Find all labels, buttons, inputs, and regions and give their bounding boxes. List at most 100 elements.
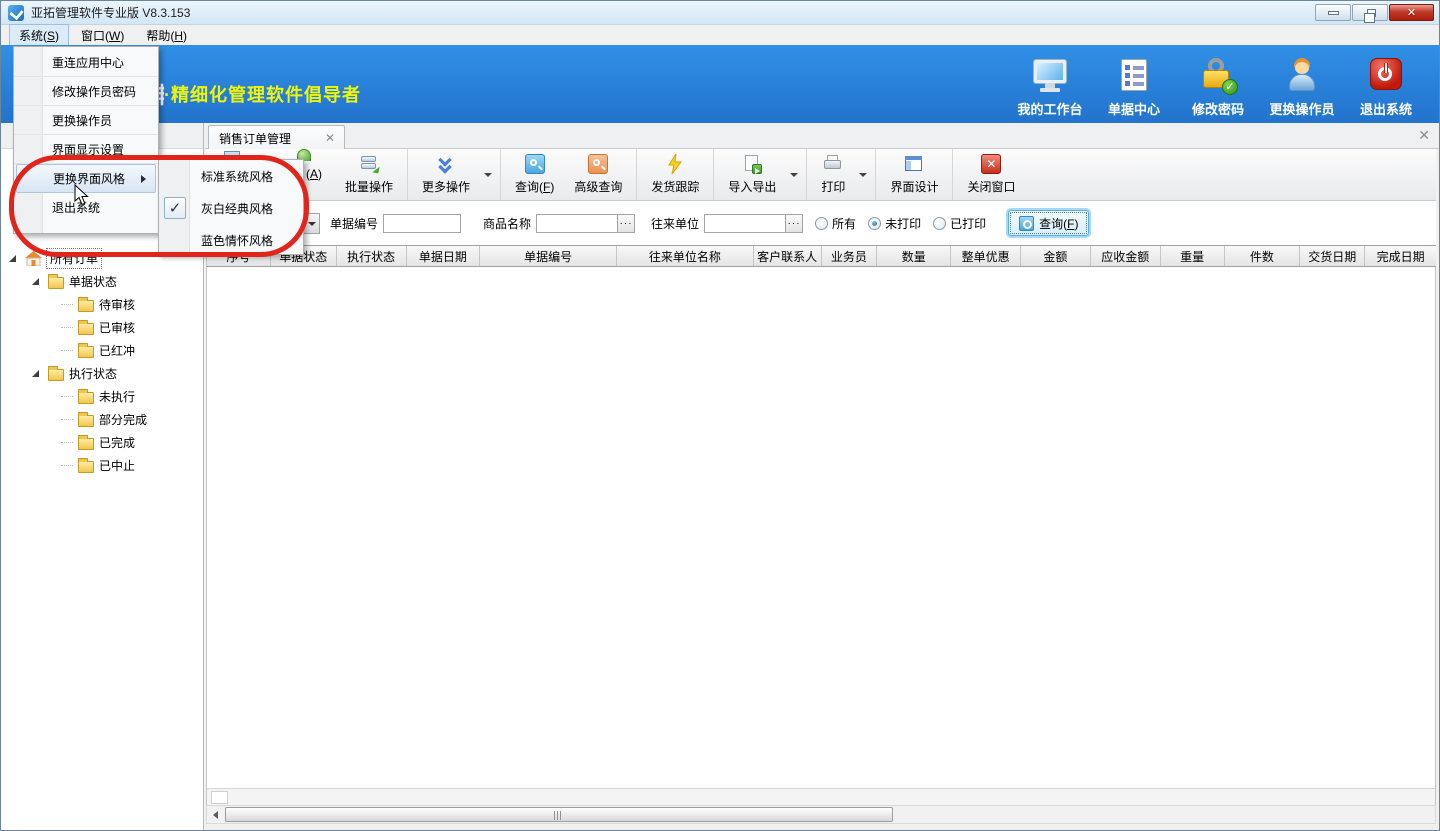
radio-unprinted[interactable]: 未打印 [868, 215, 921, 232]
menu-item-exit-system[interactable]: 退出系统 [14, 193, 158, 222]
table-header: 序号 单据状态 执行状态 单据日期 单据编号 往来单位名称 客户联系人 业务员 … [206, 245, 1436, 267]
menu-help[interactable]: 帮助(H) [136, 24, 197, 47]
col-exec-status[interactable]: 执行状态 [337, 246, 407, 266]
dropdown-arrow-icon[interactable] [790, 173, 798, 177]
toolbar-more-ops-button[interactable]: 更多操作 [412, 152, 480, 197]
title-bar: 亚拓管理软件专业版 V8.3.153 ✕ [1, 1, 1439, 25]
col-doc-date[interactable]: 单据日期 [407, 246, 481, 266]
order-tree: 所有订单 单据状态 待审核 已审核 已红冲 [1, 247, 203, 477]
panel-close-icon[interactable]: ✕ [1418, 127, 1430, 144]
toolbar-advanced-query-button[interactable]: 高级查询 [564, 152, 632, 197]
menu-system[interactable]: 系统(S) [9, 24, 69, 47]
combobox-dropdown-icon[interactable] [303, 214, 319, 233]
shortcut-change-password[interactable]: ✓ 修改密码 [1177, 57, 1259, 118]
toolbar-ui-design-button[interactable]: 界面设计 [880, 152, 948, 197]
folder-icon [48, 369, 64, 381]
submenu-item-standard-style[interactable]: 标准系统风格 [159, 160, 303, 192]
col-doc-no[interactable]: 单据编号 [480, 246, 617, 266]
menu-item-ui-display-settings[interactable]: 界面显示设置 [14, 135, 158, 164]
radio-printed[interactable]: 已打印 [933, 215, 986, 232]
menu-item-change-ui-style[interactable]: 更换界面风格 [16, 164, 156, 193]
expander-icon[interactable] [32, 278, 39, 285]
shortcut-label: 退出系统 [1360, 99, 1412, 118]
shortcut-document-center[interactable]: 单据中心 [1093, 57, 1175, 118]
col-quantity[interactable]: 数量 [877, 246, 951, 266]
query-button[interactable]: 查询(F) [1008, 210, 1089, 236]
shortcut-label: 我的工作台 [1017, 99, 1082, 118]
toolbar-close-window-button[interactable]: 关闭窗口 [957, 152, 1025, 197]
col-amount[interactable]: 金额 [1021, 246, 1091, 266]
tree-item-partially-done[interactable]: 部分完成 [1, 408, 203, 431]
col-customer-contact[interactable]: 客户联系人 [754, 246, 822, 266]
dropdown-arrow-icon[interactable] [484, 173, 492, 177]
close-button[interactable]: ✕ [1389, 4, 1434, 21]
toolbar-query-button[interactable]: 查询(F) [505, 152, 564, 197]
tree-connector [61, 419, 73, 420]
col-receivable[interactable]: 应收金额 [1091, 246, 1161, 266]
product-name-input[interactable] [536, 214, 618, 233]
tree-item-reviewed[interactable]: 已审核 [1, 316, 203, 339]
col-pieces[interactable]: 件数 [1225, 246, 1301, 266]
tree-item-not-executed[interactable]: 未执行 [1, 385, 203, 408]
toolbar-shipment-tracking-button[interactable]: 发货跟踪 [641, 152, 709, 197]
product-name-label: 商品名称 [483, 215, 531, 232]
advanced-query-magnifier-icon [588, 154, 608, 174]
tab-close-icon[interactable]: ✕ [325, 131, 335, 145]
folder-icon [78, 323, 94, 335]
col-order-discount[interactable]: 整单优惠 [951, 246, 1021, 266]
tree-item-completed[interactable]: 已完成 [1, 431, 203, 454]
shortcut-label: 更换操作员 [1269, 99, 1334, 118]
expander-icon[interactable] [32, 370, 39, 377]
dropdown-arrow-icon[interactable] [859, 173, 867, 177]
folder-icon [78, 300, 94, 312]
minimize-button[interactable] [1315, 4, 1351, 21]
col-weight[interactable]: 重量 [1161, 246, 1225, 266]
query-magnifier-icon [525, 154, 545, 174]
shortcut-exit-system[interactable]: 退出系统 [1345, 57, 1427, 118]
toolbar-import-export-button[interactable]: 导入导出 [718, 152, 786, 197]
house-icon [25, 251, 42, 266]
shortcut-label: 单据中心 [1108, 99, 1160, 118]
tree-item-aborted[interactable]: 已中止 [1, 454, 203, 477]
radio-icon [868, 217, 881, 230]
col-partner-name[interactable]: 往来单位名称 [617, 246, 754, 266]
menu-item-change-operator-password[interactable]: 修改操作员密码 [14, 77, 158, 106]
partner-lookup-ellipsis-button[interactable]: ··· [786, 214, 803, 233]
toolbar-batch-ops-button[interactable]: 批量操作 [335, 152, 403, 197]
tree-item-label: 已红冲 [99, 342, 135, 359]
tree-item-red-flushed[interactable]: 已红冲 [1, 339, 203, 362]
document-center-icon [1116, 57, 1152, 93]
submenu-item-gray-classic-style[interactable]: ✓ 灰白经典风格 [159, 192, 303, 224]
product-lookup-ellipsis-button[interactable]: ··· [618, 214, 635, 233]
folder-icon [78, 438, 94, 450]
restore-button[interactable] [1352, 4, 1388, 21]
menu-item-switch-operator[interactable]: 更换操作员 [14, 106, 158, 135]
scrollbar-thumb[interactable] [225, 807, 893, 822]
radio-icon [815, 217, 828, 230]
tree-group-doc-status[interactable]: 单据状态 [1, 270, 203, 293]
tree-group-exec-status[interactable]: 执行状态 [1, 362, 203, 385]
radio-all[interactable]: 所有 [815, 215, 856, 232]
tree-item-label: 已完成 [99, 434, 135, 451]
shortcut-my-workbench[interactable]: 我的工作台 [1009, 57, 1091, 118]
partner-input[interactable] [704, 214, 786, 233]
app-logo-icon [8, 5, 24, 21]
doc-no-input[interactable] [383, 214, 461, 233]
col-finish-date[interactable]: 完成日期 [1365, 246, 1436, 266]
tree-connector [61, 304, 73, 305]
tab-sales-order-management[interactable]: 销售订单管理 ✕ [208, 125, 345, 150]
query-button-magnifier-icon [1019, 216, 1034, 231]
col-delivery-date[interactable]: 交货日期 [1300, 246, 1365, 266]
horizontal-scrollbar[interactable] [206, 805, 1436, 824]
expander-icon[interactable] [9, 255, 16, 262]
tree-item-label: 已审核 [99, 319, 135, 336]
submenu-item-blue-style[interactable]: 蓝色情怀风格 [159, 224, 303, 256]
close-icon: ✕ [1407, 6, 1416, 19]
scroll-left-button[interactable] [207, 806, 224, 823]
col-salesperson[interactable]: 业务员 [822, 246, 878, 266]
menu-item-reconnect-app-center[interactable]: 重连应用中心 [14, 48, 158, 77]
shortcut-switch-operator[interactable]: 更换操作员 [1261, 57, 1343, 118]
menu-window[interactable]: 窗口(W) [71, 24, 134, 47]
tree-item-pending-review[interactable]: 待审核 [1, 293, 203, 316]
toolbar-print-button[interactable]: 打印 [811, 152, 855, 197]
